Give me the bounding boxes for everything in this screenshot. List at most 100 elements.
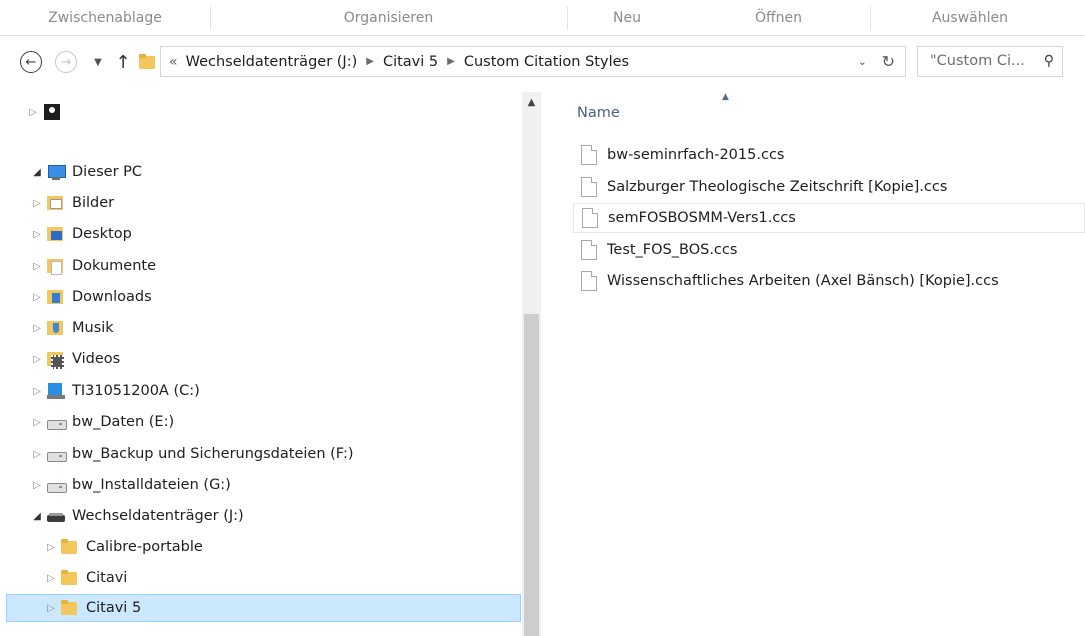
ribbon-group-labels: Zwischenablage Organisieren Neu Öffnen A… [0, 0, 1085, 36]
folder-icon [60, 538, 80, 556]
tree-item-calibre-portable[interactable]: ▷ Calibre-portable [44, 533, 203, 561]
sort-ascending-icon: ▲ [722, 92, 729, 102]
tree-item-videos[interactable]: ▷ Videos [30, 345, 120, 373]
expand-arrow-icon[interactable]: ▷ [30, 417, 44, 428]
breadcrumb-item-citavi5[interactable]: Citavi 5 [383, 54, 438, 70]
tree-item-drive-j[interactable]: ◢ Wechseldatenträger (J:) [30, 502, 244, 530]
scroll-up-icon[interactable]: ▲ [522, 94, 541, 112]
file-row[interactable]: bw-seminrfach-2015.ccs [573, 140, 1085, 170]
breadcrumb-item-custom-styles[interactable]: Custom Citation Styles [464, 54, 629, 70]
tree-item-downloads[interactable]: ▷ Downloads [30, 283, 152, 311]
videos-folder-icon [46, 350, 66, 369]
music-folder-icon [46, 319, 66, 337]
pictures-folder-icon [46, 194, 66, 212]
breadcrumb-item-drive[interactable]: Wechseldatenträger (J:) [186, 54, 358, 70]
expand-arrow-icon[interactable]: ▷ [30, 323, 44, 334]
expand-arrow-icon[interactable]: ▷ [30, 386, 44, 397]
tree-item-label: TI31051200A (C:) [72, 383, 200, 399]
chevron-down-icon: ▼ [94, 56, 102, 68]
file-row[interactable]: Test_FOS_BOS.ccs [573, 235, 1085, 265]
file-icon [582, 208, 598, 228]
breadcrumb-chevron-icon[interactable]: ▶ [366, 56, 374, 67]
refresh-icon[interactable]: ↻ [882, 47, 895, 76]
navigation-pane-scrollbar[interactable]: ▲ [522, 92, 541, 636]
file-name: Wissenschaftliches Arbeiten (Axel Bänsch… [607, 273, 999, 289]
expand-arrow-icon[interactable]: ▷ [44, 573, 58, 584]
tree-item-label: Citavi [86, 570, 128, 586]
forward-button[interactable]: → [54, 50, 78, 74]
navigation-pane: ▷ ◢ Dieser PC ▷ Bilder ▷ Desktop ▷ Dokum… [0, 92, 541, 636]
expand-arrow-icon[interactable]: ▷ [30, 198, 44, 209]
user-icon [42, 103, 62, 121]
search-placeholder: "Custom Ci... [930, 53, 1025, 69]
file-row-hovered[interactable]: semFOSBOSMM-Vers1.ccs [573, 203, 1085, 233]
tree-item-drive-e[interactable]: ▷ bw_Daten (E:) [30, 408, 174, 436]
collapse-arrow-icon[interactable]: ◢ [30, 511, 44, 522]
file-icon [581, 271, 597, 291]
file-name: Salzburger Theologische Zeitschrift [Kop… [607, 179, 948, 195]
tree-item-label: Bilder [72, 195, 115, 211]
tree-item-dieser-pc[interactable]: ◢ Dieser PC [30, 158, 142, 186]
downloads-folder-icon [46, 288, 66, 306]
tree-item-label: bw_Installdateien (G:) [72, 477, 231, 493]
tree-item-user[interactable]: ▷ [26, 98, 68, 126]
file-icon [581, 145, 597, 165]
tree-item-drive-f[interactable]: ▷ bw_Backup und Sicherungsdateien (F:) [30, 440, 354, 468]
system-drive-icon [46, 382, 66, 400]
folder-icon [60, 599, 80, 617]
up-button[interactable]: ↑ [111, 50, 135, 74]
file-name: Test_FOS_BOS.ccs [607, 242, 738, 258]
expand-arrow-icon[interactable]: ▷ [30, 261, 44, 272]
tree-item-dokumente[interactable]: ▷ Dokumente [30, 252, 156, 280]
column-header-name[interactable]: Name [577, 100, 620, 126]
expand-arrow-icon[interactable]: ▷ [30, 354, 44, 365]
tree-item-citavi[interactable]: ▷ Citavi [44, 564, 127, 592]
drive-icon [46, 476, 67, 494]
location-folder-icon [136, 50, 160, 74]
tree-item-label: Dieser PC [72, 164, 143, 180]
expand-arrow-icon[interactable]: ▷ [30, 229, 44, 240]
search-input[interactable]: "Custom Ci... ⚲ [917, 46, 1063, 77]
tree-item-drive-c[interactable]: ▷ TI31051200A (C:) [30, 377, 200, 405]
breadcrumb-chevron-icon[interactable]: ▶ [447, 56, 455, 67]
expand-arrow-icon[interactable]: ▷ [44, 603, 58, 614]
tree-item-musik[interactable]: ▷ Musik [30, 314, 114, 342]
breadcrumb-overflow[interactable]: « [169, 54, 178, 70]
recent-locations-button[interactable]: ▼ [86, 50, 110, 74]
address-bar[interactable]: « Wechseldatenträger (J:) ▶ Citavi 5 ▶ C… [160, 46, 906, 77]
tree-item-label: Musik [72, 320, 114, 336]
drive-icon [46, 413, 67, 431]
tree-item-label: Citavi 5 [86, 600, 142, 616]
expand-arrow-icon[interactable]: ▷ [30, 480, 44, 491]
desktop-folder-icon [46, 225, 66, 243]
tree-item-bilder[interactable]: ▷ Bilder [30, 189, 114, 217]
forward-arrow-icon: → [55, 51, 77, 73]
drive-icon [46, 445, 67, 463]
scrollbar-thumb[interactable] [524, 314, 539, 636]
file-icon [581, 240, 597, 260]
collapse-arrow-icon[interactable]: ◢ [30, 167, 44, 178]
expand-arrow-icon[interactable]: ▷ [44, 542, 58, 553]
tree-item-label: bw_Backup und Sicherungsdateien (F:) [72, 446, 354, 462]
search-icon[interactable]: ⚲ [1044, 47, 1054, 76]
tree-item-citavi-5[interactable]: ▷ Citavi 5 [6, 594, 521, 622]
removable-drive-icon [46, 507, 66, 525]
expand-arrow-icon[interactable]: ▷ [30, 449, 44, 460]
file-name: semFOSBOSMM-Vers1.ccs [608, 210, 796, 226]
tree-item-desktop[interactable]: ▷ Desktop [30, 220, 132, 248]
expand-arrow-icon[interactable]: ▷ [26, 107, 40, 118]
navigation-bar: ← → ▼ ↑ « Wechseldatenträger (J:) ▶ Cita… [0, 36, 1085, 92]
address-dropdown-icon[interactable]: ⌄ [858, 47, 867, 76]
tree-item-label: Dokumente [72, 258, 157, 274]
ribbon-group-open: Öffnen [754, 10, 803, 26]
ribbon-group-new: Neu [613, 10, 641, 26]
file-row[interactable]: Wissenschaftliches Arbeiten (Axel Bänsch… [573, 266, 1085, 296]
file-row[interactable]: Salzburger Theologische Zeitschrift [Kop… [573, 172, 1085, 202]
file-name: bw-seminrfach-2015.ccs [607, 147, 785, 163]
back-button[interactable]: ← [19, 50, 43, 74]
expand-arrow-icon[interactable]: ▷ [30, 292, 44, 303]
tree-item-drive-g[interactable]: ▷ bw_Installdateien (G:) [30, 471, 231, 499]
tree-item-label: bw_Daten (E:) [72, 414, 175, 430]
ribbon-group-select: Auswählen [931, 10, 1009, 26]
tree-item-label: Videos [72, 351, 121, 367]
